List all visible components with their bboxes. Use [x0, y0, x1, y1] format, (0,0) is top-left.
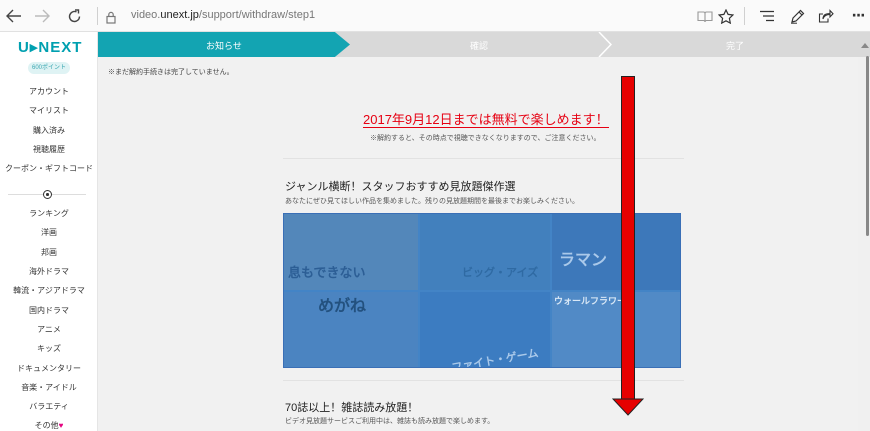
section-desc-magazines: ビデオ見放題サービスご利用中は、雑誌も読み放題で楽しめます。 — [285, 418, 495, 425]
sidebar-item-other[interactable]: その他♥ — [0, 420, 98, 431]
sidebar-item-variety[interactable]: バラエティ — [0, 401, 98, 412]
sidebar: U▸NEXT 600ポイント アカウント マイリスト 購入済み 視聴履歴 クーポ… — [0, 32, 98, 431]
favorite-star-icon[interactable] — [714, 4, 738, 28]
poster-title: ウォールフラワー — [554, 296, 627, 306]
sidebar-item-overseas-drama[interactable]: 海外ドラマ — [0, 266, 98, 277]
more-icon[interactable]: ··· — [846, 4, 870, 28]
sidebar-item-kids[interactable]: キッズ — [0, 343, 98, 354]
sidebar-item-documentary[interactable]: ドキュメンタリー — [0, 363, 98, 374]
sidebar-item-purchased[interactable]: 購入済み — [0, 125, 98, 136]
lock-icon — [106, 9, 116, 28]
sidebar-item-ranking[interactable]: ランキング — [0, 208, 98, 219]
step-chevron-icon — [598, 32, 612, 57]
hub-icon[interactable] — [755, 4, 779, 28]
sidebar-item-domestic-drama[interactable]: 国内ドラマ — [0, 305, 98, 316]
step-label-notice: お知らせ — [206, 41, 242, 51]
sidebar-item-music-idol[interactable]: 音楽・アイドル — [0, 382, 98, 393]
points-badge[interactable]: 600ポイント — [28, 62, 70, 74]
toolbar-divider — [744, 7, 745, 25]
section-title-magazines: 70誌以上！雑誌読み放題！ — [285, 402, 419, 414]
notes-pen-icon[interactable] — [785, 4, 809, 28]
sidebar-item-mylist[interactable]: マイリスト — [0, 105, 98, 116]
share-icon[interactable] — [814, 4, 838, 28]
heart-icon: ♥ — [58, 421, 64, 430]
sidebar-item-japanese-movies[interactable]: 邦画 — [0, 247, 98, 258]
step-label-complete: 完了 — [726, 41, 745, 51]
refresh-icon[interactable] — [62, 4, 86, 28]
sidebar-item-account[interactable]: アカウント — [0, 86, 98, 97]
poster-title: ラマン — [559, 252, 608, 269]
red-arrow-shaft — [621, 76, 635, 400]
poster-title: 息もできない — [288, 265, 366, 280]
sidebar-item-anime[interactable]: アニメ — [0, 324, 98, 335]
back-icon[interactable] — [2, 4, 26, 28]
incomplete-notice: ※まだ解約手続きは完了していません。 — [108, 69, 234, 76]
withdraw-steps: お知らせ 確認 完了 — [98, 32, 870, 57]
poster-title: めがね — [318, 298, 367, 315]
free-until-heading: 2017年9月12日までは無料で楽しめます！ — [363, 112, 609, 128]
scroll-up-icon[interactable] — [861, 43, 869, 48]
step-label-confirm: 確認 — [470, 41, 489, 51]
section-desc-recommended: あなたにぜひ見てほしい作品を集めました。残りの見放題期間を最後までお楽しみくださ… — [285, 198, 579, 205]
target-icon — [43, 190, 52, 199]
free-until-note: ※解約すると、その時点で視聴できなくなりますので、ご注意ください。 — [370, 135, 601, 142]
red-arrow-down-icon — [612, 398, 644, 416]
scrollbar-thumb[interactable] — [866, 56, 869, 236]
sidebar-item-other-label: その他 — [34, 421, 59, 430]
url-domain: unext.jp — [160, 9, 199, 21]
sidebar-item-history[interactable]: 視聴履歴 — [0, 144, 98, 155]
section-title-recommended: ジャンル横断！スタッフおすすめ見放題傑作選 — [285, 181, 516, 193]
sidebar-item-western-movies[interactable]: 洋画 — [0, 227, 98, 238]
unext-logo[interactable]: U▸NEXT — [18, 38, 82, 56]
poster-title: ビッグ・アイズ — [462, 267, 539, 279]
toolbar-divider — [97, 7, 98, 25]
forward-icon[interactable] — [30, 4, 54, 28]
sidebar-item-coupon[interactable]: クーポン・ギフトコード — [0, 163, 98, 174]
address-bar[interactable]: video.unext.jp/support/withdraw/step1 — [131, 9, 315, 21]
sidebar-item-asian-drama[interactable]: 韓流・アジアドラマ — [0, 285, 98, 296]
browser-toolbar: video.unext.jp/support/withdraw/step1 ··… — [0, 0, 870, 32]
